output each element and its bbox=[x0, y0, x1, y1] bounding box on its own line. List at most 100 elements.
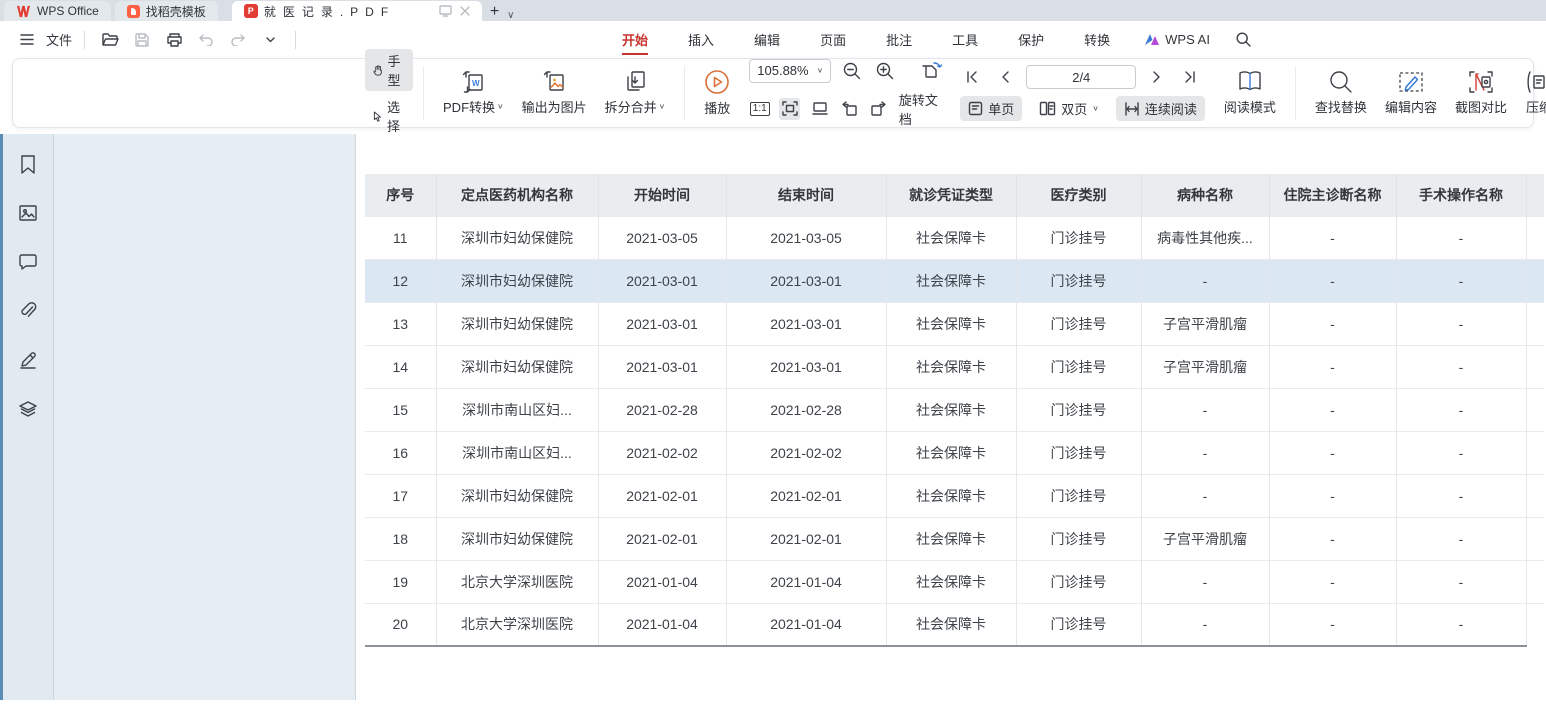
tab-wps-office[interactable]: WPS Office bbox=[4, 1, 111, 21]
table-row[interactable]: 16深圳市南山区妇...2021-02-022021-02-02社会保障卡门诊挂… bbox=[365, 431, 1544, 474]
zoom-out-button[interactable] bbox=[840, 60, 864, 82]
redo-button[interactable] bbox=[225, 28, 251, 52]
table-row[interactable]: 14深圳市妇幼保健院2021-03-012021-03-01社会保障卡门诊挂号子… bbox=[365, 345, 1544, 388]
first-page-button[interactable] bbox=[960, 66, 984, 88]
main-menu-button[interactable] bbox=[14, 28, 40, 52]
search-icon bbox=[1236, 32, 1251, 47]
column-header: 开始时间 bbox=[598, 174, 726, 216]
last-page-button[interactable] bbox=[1178, 66, 1202, 88]
table-row[interactable]: 13深圳市妇幼保健院2021-03-012021-03-01社会保障卡门诊挂号子… bbox=[365, 302, 1544, 345]
tab-page[interactable]: 页面 bbox=[800, 24, 866, 55]
tab-docer-label: 找稻壳模板 bbox=[146, 3, 206, 20]
table-cell: - bbox=[1141, 431, 1269, 474]
table-cell: 门诊挂号 bbox=[1016, 517, 1141, 560]
screenshot-compare-button[interactable]: 截图对比 bbox=[1446, 68, 1516, 118]
table-row[interactable]: 15深圳市南山区妇...2021-02-282021-02-28社会保障卡门诊挂… bbox=[365, 388, 1544, 431]
zoom-level-value: 105.88% bbox=[757, 63, 808, 78]
double-page-button[interactable]: 双页 ∨ bbox=[1031, 96, 1107, 121]
rotate-left-button[interactable] bbox=[839, 98, 860, 120]
comments-panel-button[interactable] bbox=[16, 250, 40, 274]
hand-tool-button[interactable]: 手型 bbox=[365, 49, 413, 91]
navigation-panel[interactable] bbox=[54, 134, 356, 700]
attachments-panel-button[interactable] bbox=[16, 299, 40, 323]
zoom-level-select[interactable]: 105.88% ∨ bbox=[749, 59, 831, 83]
signature-panel-button[interactable] bbox=[16, 348, 40, 372]
find-replace-button[interactable]: 查找替换 bbox=[1306, 68, 1376, 118]
file-menu-label[interactable]: 文件 bbox=[46, 30, 72, 49]
single-page-label: 单页 bbox=[988, 99, 1014, 118]
wps-ai-button[interactable]: WPS AI bbox=[1130, 26, 1224, 53]
signature-pen-icon bbox=[19, 351, 37, 369]
tab-home[interactable]: 开始 bbox=[602, 24, 668, 55]
column-header-sliver bbox=[1526, 174, 1544, 216]
new-tab-button[interactable]: + bbox=[482, 3, 507, 21]
rotate-document-button[interactable] bbox=[920, 60, 944, 82]
table-cell: 门诊挂号 bbox=[1016, 560, 1141, 603]
select-tool-button[interactable]: 选择 bbox=[365, 95, 413, 137]
zoom-in-button[interactable] bbox=[873, 60, 897, 82]
table-cell: - bbox=[1269, 345, 1396, 388]
actual-size-button[interactable]: 1:1 bbox=[749, 98, 770, 120]
quick-access-chevron[interactable] bbox=[257, 28, 283, 52]
tab-comment[interactable]: 批注 bbox=[866, 24, 932, 55]
play-button[interactable]: 播放 bbox=[695, 67, 739, 119]
read-mode-book-icon bbox=[1237, 70, 1263, 94]
table-row[interactable]: 20北京大学深圳医院2021-01-042021-01-04社会保障卡门诊挂号-… bbox=[365, 603, 1544, 646]
pdf-convert-button[interactable]: W PDF转换∨ bbox=[434, 68, 513, 118]
table-cell: 门诊挂号 bbox=[1016, 216, 1141, 259]
close-tab-icon[interactable] bbox=[460, 6, 470, 16]
table-row[interactable]: 11深圳市妇幼保健院2021-03-052021-03-05社会保障卡门诊挂号病… bbox=[365, 216, 1544, 259]
table-row[interactable]: 12深圳市妇幼保健院2021-03-012021-03-01社会保障卡门诊挂号-… bbox=[365, 259, 1544, 302]
tab-edit[interactable]: 编辑 bbox=[734, 24, 800, 55]
edit-content-button[interactable]: 编辑内容 bbox=[1376, 68, 1446, 118]
menu-search-button[interactable] bbox=[1224, 26, 1263, 53]
table-cell: 北京大学深圳医院 bbox=[436, 560, 598, 603]
table-row[interactable]: 19北京大学深圳医院2021-01-042021-01-04社会保障卡门诊挂号-… bbox=[365, 560, 1544, 603]
table-cell: - bbox=[1396, 431, 1526, 474]
table-cell-sliver bbox=[1526, 302, 1544, 345]
tab-convert[interactable]: 转换 bbox=[1064, 24, 1130, 55]
table-row[interactable]: 18深圳市妇幼保健院2021-02-012021-02-01社会保障卡门诊挂号子… bbox=[365, 517, 1544, 560]
double-page-icon bbox=[1039, 101, 1056, 116]
table-cell: 深圳市妇幼保健院 bbox=[436, 345, 598, 388]
fit-page-button[interactable] bbox=[779, 98, 800, 120]
rotate-right-button[interactable] bbox=[869, 98, 890, 120]
prev-page-button[interactable] bbox=[993, 66, 1017, 88]
tab-docer[interactable]: 找稻壳模板 bbox=[115, 1, 218, 21]
left-sidebar bbox=[3, 134, 54, 700]
enter-fullscreen-icon[interactable] bbox=[439, 5, 452, 17]
thumbnails-panel-button[interactable] bbox=[16, 201, 40, 225]
single-page-button[interactable]: 单页 bbox=[960, 96, 1022, 121]
page-indicator-input[interactable]: 2/4 bbox=[1026, 65, 1136, 89]
redo-icon bbox=[231, 34, 245, 46]
read-mode-button[interactable]: 阅读模式 bbox=[1215, 68, 1285, 118]
fit-width-icon bbox=[812, 102, 828, 115]
tab-tools[interactable]: 工具 bbox=[932, 24, 998, 55]
open-file-button[interactable] bbox=[97, 28, 123, 52]
tab-list-chevron-icon[interactable]: ∨ bbox=[507, 10, 524, 21]
continuous-read-button[interactable]: 连续阅读 bbox=[1116, 96, 1205, 121]
tab-insert[interactable]: 插入 bbox=[668, 24, 734, 55]
table-row[interactable]: 17深圳市妇幼保健院2021-02-012021-02-01社会保障卡门诊挂号-… bbox=[365, 474, 1544, 517]
undo-button[interactable] bbox=[193, 28, 219, 52]
layers-panel-button[interactable] bbox=[16, 397, 40, 421]
compress-button[interactable]: 压缩 bbox=[1516, 68, 1546, 118]
next-page-button[interactable] bbox=[1145, 66, 1169, 88]
export-image-button[interactable]: 输出为图片 bbox=[513, 68, 596, 118]
split-merge-button[interactable]: 拆分合并∨ bbox=[596, 68, 675, 118]
rotate-document-label[interactable]: 旋转文档 bbox=[899, 90, 944, 128]
export-image-icon bbox=[542, 70, 566, 94]
select-tool-label: 选择 bbox=[387, 97, 405, 135]
table-cell: - bbox=[1396, 474, 1526, 517]
fit-width-button[interactable] bbox=[809, 98, 830, 120]
tab-protect[interactable]: 保护 bbox=[998, 24, 1064, 55]
chevron-down-icon bbox=[266, 37, 275, 43]
save-button[interactable] bbox=[129, 28, 155, 52]
bookmarks-panel-button[interactable] bbox=[16, 152, 40, 176]
table-cell-sliver bbox=[1526, 388, 1544, 431]
table-cell: 2021-02-02 bbox=[598, 431, 726, 474]
document-page[interactable]: 序号定点医药机构名称开始时间结束时间就诊凭证类型医疗类别病种名称住院主诊断名称手… bbox=[356, 134, 1546, 700]
tab-document-active[interactable]: P 就医记录.PDF bbox=[232, 1, 482, 21]
table-cell: 2021-02-02 bbox=[726, 431, 886, 474]
print-button[interactable] bbox=[161, 28, 187, 52]
